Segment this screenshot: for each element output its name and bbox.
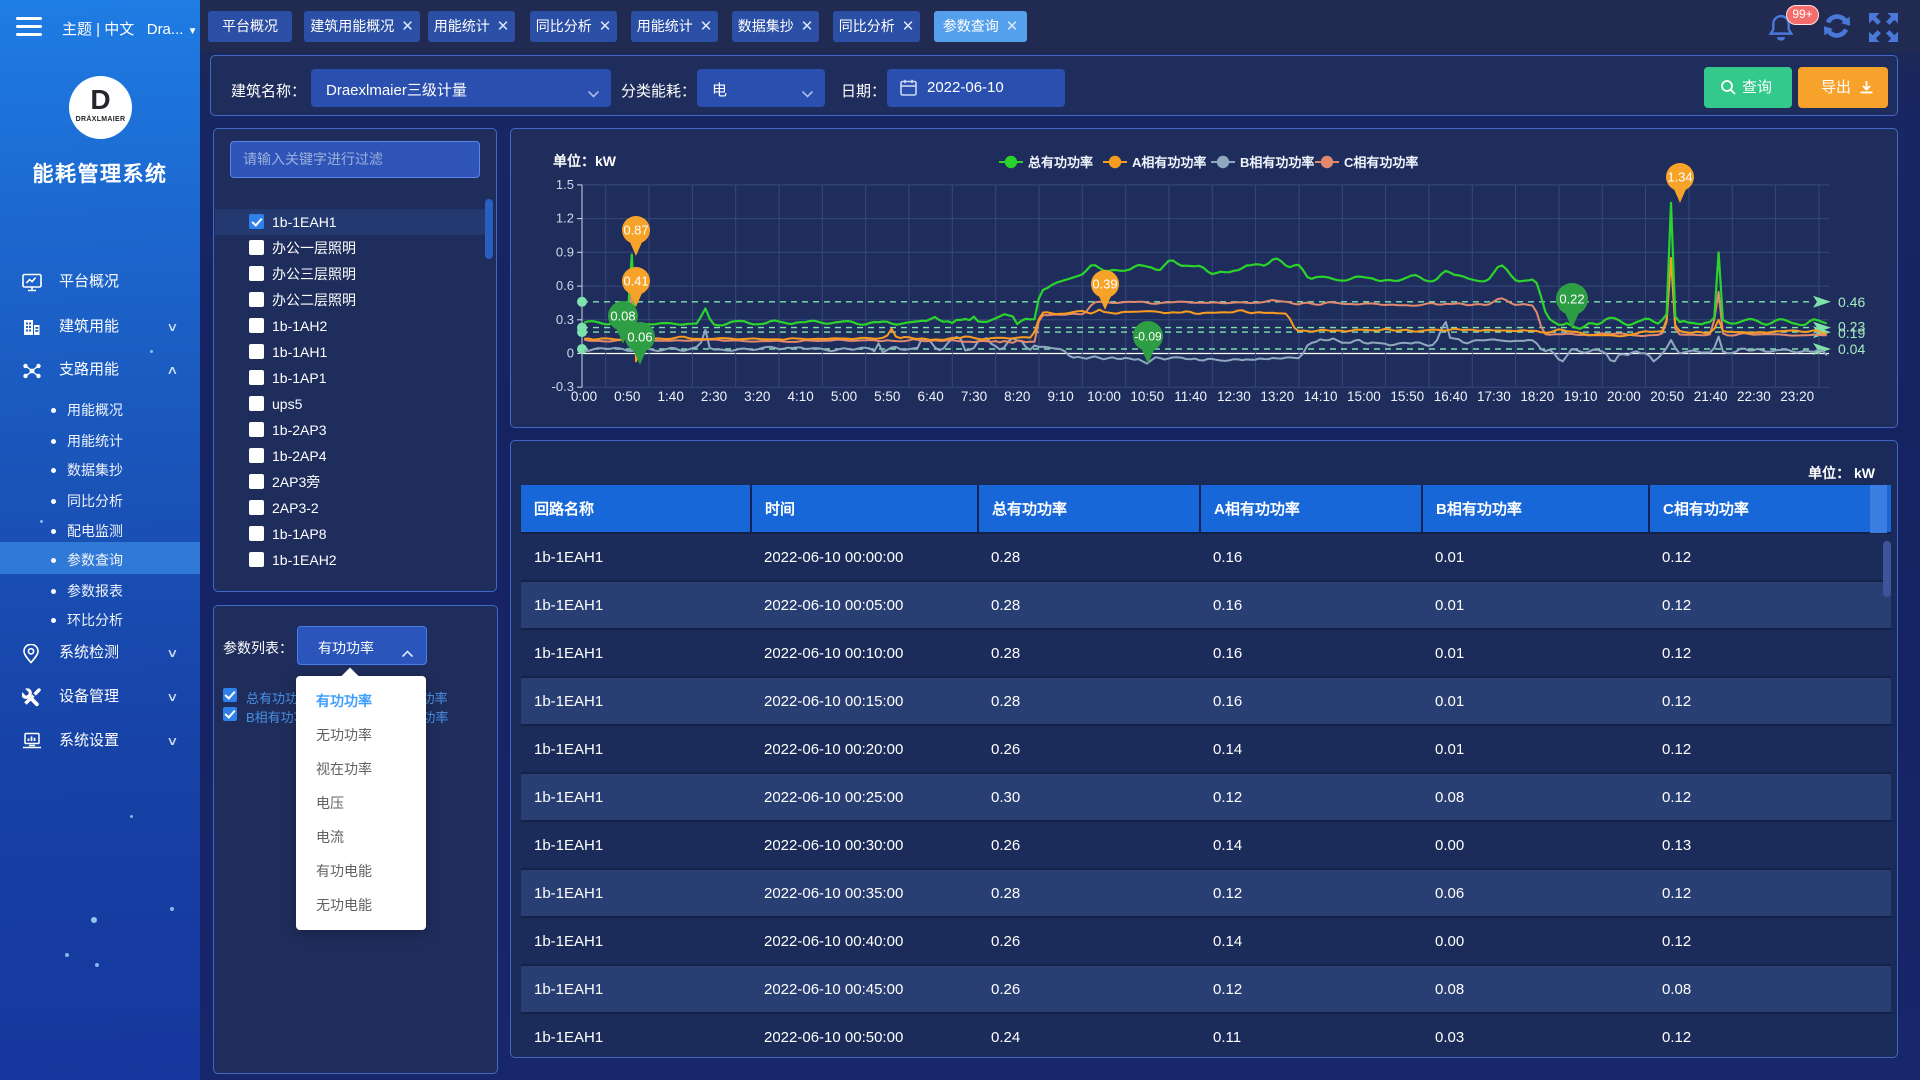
svg-text:1.5: 1.5 <box>556 177 574 192</box>
svg-text:4:10: 4:10 <box>787 389 813 404</box>
svg-text:0.46: 0.46 <box>1838 294 1865 310</box>
svg-text:16:40: 16:40 <box>1434 389 1468 404</box>
svg-text:0.6: 0.6 <box>556 278 574 293</box>
svg-text:总有功功率: 总有功功率 <box>1028 155 1093 170</box>
svg-text:C相有功功率: C相有功功率 <box>1344 155 1418 170</box>
svg-text:21:40: 21:40 <box>1694 389 1728 404</box>
svg-text:18:20: 18:20 <box>1520 389 1554 404</box>
svg-text:19:10: 19:10 <box>1564 389 1598 404</box>
svg-text:20:50: 20:50 <box>1650 389 1684 404</box>
svg-text:1:40: 1:40 <box>658 389 684 404</box>
svg-text:0.87: 0.87 <box>623 223 648 238</box>
svg-text:17:30: 17:30 <box>1477 389 1511 404</box>
svg-text:0.04: 0.04 <box>1838 341 1865 357</box>
svg-text:0.41: 0.41 <box>623 274 648 289</box>
svg-text:0.06: 0.06 <box>627 330 652 345</box>
svg-text:3:20: 3:20 <box>744 389 770 404</box>
svg-text:6:40: 6:40 <box>917 389 943 404</box>
svg-text:5:00: 5:00 <box>831 389 857 404</box>
svg-text:0: 0 <box>567 346 574 361</box>
svg-text:0.08: 0.08 <box>610 309 635 324</box>
svg-text:B相有功功率: B相有功功率 <box>1240 155 1314 170</box>
svg-text:0.22: 0.22 <box>1559 292 1584 307</box>
svg-text:15:00: 15:00 <box>1347 389 1381 404</box>
svg-text:1.2: 1.2 <box>556 211 574 226</box>
svg-text:0:50: 0:50 <box>614 389 640 404</box>
svg-text:0.9: 0.9 <box>556 244 574 259</box>
svg-text:0.39: 0.39 <box>1092 277 1117 292</box>
svg-text:8:20: 8:20 <box>1004 389 1030 404</box>
svg-text:0:00: 0:00 <box>571 389 597 404</box>
svg-text:10:00: 10:00 <box>1087 389 1121 404</box>
svg-text:14:10: 14:10 <box>1304 389 1338 404</box>
svg-text:单位：kW: 单位：kW <box>553 153 617 169</box>
svg-text:10:50: 10:50 <box>1130 389 1164 404</box>
svg-text:12:30: 12:30 <box>1217 389 1251 404</box>
svg-text:2:30: 2:30 <box>701 389 727 404</box>
svg-text:0.19: 0.19 <box>1838 325 1865 341</box>
svg-text:20:00: 20:00 <box>1607 389 1641 404</box>
svg-text:5:50: 5:50 <box>874 389 900 404</box>
svg-text:15:50: 15:50 <box>1390 389 1424 404</box>
svg-text:22:30: 22:30 <box>1737 389 1771 404</box>
svg-text:13:20: 13:20 <box>1260 389 1294 404</box>
svg-text:23:20: 23:20 <box>1780 389 1814 404</box>
svg-text:-0.09: -0.09 <box>1134 330 1162 344</box>
svg-text:7:30: 7:30 <box>961 389 987 404</box>
svg-text:A相有功功率: A相有功功率 <box>1132 155 1206 170</box>
svg-text:11:40: 11:40 <box>1174 389 1207 404</box>
svg-text:0.3: 0.3 <box>556 312 574 327</box>
svg-text:1.34: 1.34 <box>1667 170 1692 185</box>
svg-text:9:10: 9:10 <box>1047 389 1073 404</box>
